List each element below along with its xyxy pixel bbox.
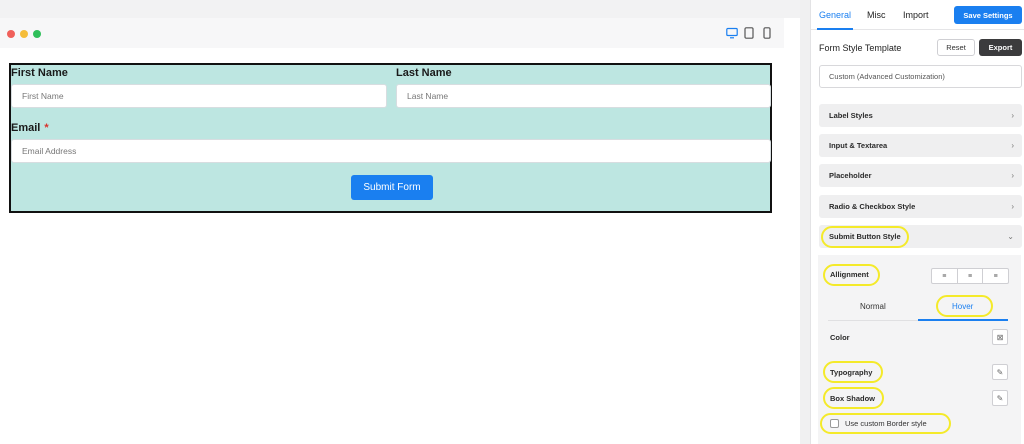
chevron-right-icon: › (1011, 141, 1014, 150)
accordion-placeholder[interactable]: Placeholder › (819, 164, 1022, 187)
panel-divider (800, 0, 810, 444)
reset-button[interactable]: Reset (937, 39, 975, 56)
preview-top-strip (0, 0, 800, 18)
form-style-template-title: Form Style Template (819, 43, 902, 53)
highlight-submit-button-style (821, 226, 909, 248)
contact-form: First Name First Name Last Name Last Nam… (9, 63, 772, 213)
last-name-input[interactable]: Last Name (396, 84, 771, 108)
first-name-input[interactable]: First Name (11, 84, 387, 108)
chevron-right-icon: › (1011, 111, 1014, 120)
color-picker-icon[interactable]: ⊠ (992, 329, 1008, 345)
accordion-label: Placeholder (829, 171, 872, 180)
color-label: Color (830, 333, 850, 342)
email-input[interactable]: Email Address (11, 139, 771, 163)
export-button[interactable]: Export (979, 39, 1022, 56)
tab-general[interactable]: General (819, 10, 851, 20)
accordion-label: Input & Textarea (829, 141, 888, 150)
alignment-button-group: ≡ ≡ ≡ (931, 268, 1009, 284)
sidebar-tabs: General Misc Import Save Settings (811, 0, 1024, 30)
edit-pencil-icon[interactable]: ✎ (992, 390, 1008, 406)
align-center-icon[interactable]: ≡ (958, 269, 984, 283)
last-name-label: Last Name (396, 67, 452, 79)
first-name-label: First Name (11, 67, 68, 79)
edit-pencil-icon[interactable]: ✎ (992, 364, 1008, 380)
mobile-icon[interactable] (763, 27, 771, 39)
highlight-box-shadow (823, 387, 884, 409)
email-label: Email * (11, 122, 49, 134)
highlight-hover (936, 295, 993, 317)
window-close-dot (7, 30, 15, 38)
highlight-custom-border (820, 413, 951, 434)
save-settings-button[interactable]: Save Settings (954, 6, 1022, 24)
chevron-right-icon: › (1011, 171, 1014, 180)
tab-misc[interactable]: Misc (867, 10, 886, 20)
tab-normal[interactable]: Normal (860, 302, 886, 311)
template-select[interactable]: Custom (Advanced Customization) (819, 65, 1022, 88)
active-tab-indicator (817, 28, 853, 30)
highlight-alignment (823, 264, 880, 286)
accordion-label: Label Styles (829, 111, 873, 120)
submit-form-button[interactable]: Submit Form (351, 175, 433, 200)
accordion-radio-checkbox[interactable]: Radio & Checkbox Style › (819, 195, 1022, 218)
align-right-icon[interactable]: ≡ (983, 269, 1008, 283)
window-maximize-dot (33, 30, 41, 38)
tab-import[interactable]: Import (903, 10, 929, 20)
tablet-icon[interactable] (744, 27, 754, 39)
chevron-down-icon: ⌄ (1007, 232, 1014, 241)
chevron-right-icon: › (1011, 202, 1014, 211)
active-state-indicator (918, 319, 1008, 321)
accordion-label-styles[interactable]: Label Styles › (819, 104, 1022, 127)
highlight-typography (823, 361, 883, 383)
desktop-icon[interactable] (726, 27, 738, 39)
window-minimize-dot (20, 30, 28, 38)
accordion-input-textarea[interactable]: Input & Textarea › (819, 134, 1022, 157)
email-label-text: Email (11, 122, 41, 134)
browser-chrome-bar (0, 18, 784, 48)
align-left-icon[interactable]: ≡ (932, 269, 958, 283)
accordion-label: Radio & Checkbox Style (829, 202, 916, 211)
required-mark: * (44, 122, 49, 134)
